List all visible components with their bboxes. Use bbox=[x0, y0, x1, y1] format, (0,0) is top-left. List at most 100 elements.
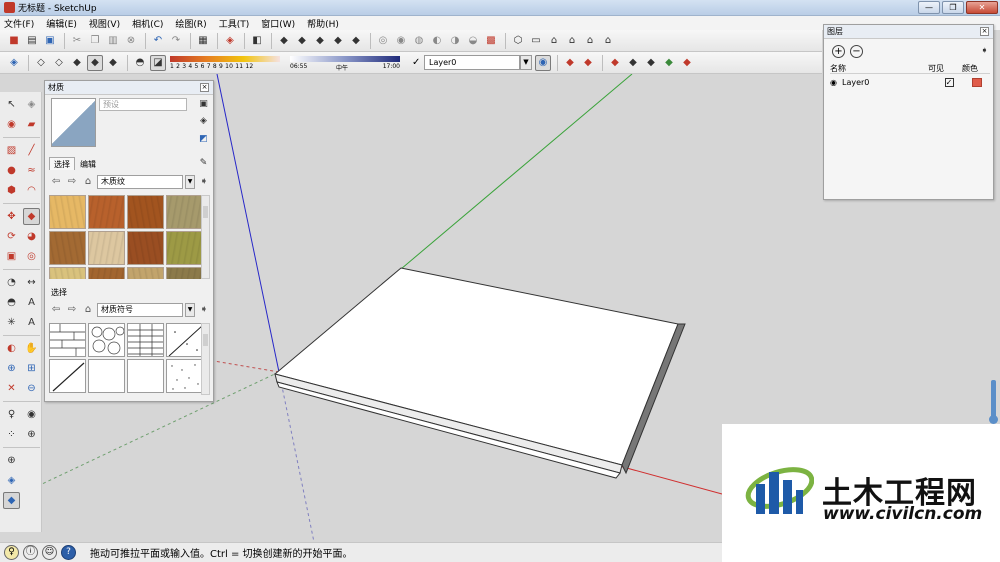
forward-arrow-icon[interactable]: ⇨ bbox=[65, 303, 79, 317]
circle-icon[interactable]: ● bbox=[3, 162, 20, 179]
orbit-icon[interactable]: ◐ bbox=[3, 340, 20, 357]
protractor-icon[interactable]: ◓ bbox=[3, 294, 20, 311]
right-view-icon[interactable]: ⌂ bbox=[564, 33, 580, 49]
active-layer-radio-icon[interactable]: ◉ bbox=[830, 78, 842, 87]
make-component-icon[interactable]: ◈ bbox=[23, 96, 40, 113]
menu-help[interactable]: 帮助(H) bbox=[307, 17, 339, 30]
print-icon[interactable]: ▦ bbox=[195, 33, 211, 49]
minimize-button[interactable]: — bbox=[918, 1, 940, 14]
sandbox-icon-7[interactable]: ▩ bbox=[483, 33, 499, 49]
section-plane-tool-icon[interactable]: ⊕ bbox=[23, 426, 40, 443]
zoom-extents-icon[interactable]: ✕ bbox=[3, 380, 20, 397]
undo-icon[interactable]: ↶ bbox=[150, 33, 166, 49]
section-icon-1[interactable]: ◆ bbox=[607, 55, 623, 71]
menu-edit[interactable]: 编辑(E) bbox=[46, 17, 77, 30]
lines-pattern-swatch[interactable] bbox=[127, 323, 164, 357]
sandbox-icon-4[interactable]: ◐ bbox=[429, 33, 445, 49]
display-secondary-icon[interactable]: ▣ bbox=[197, 98, 210, 111]
get-models-icon[interactable]: ⊕ bbox=[3, 452, 20, 469]
shadow-time-slider[interactable]: 06:55 中午 17:00 bbox=[290, 55, 400, 72]
chevron-down-icon[interactable]: ▼ bbox=[185, 302, 195, 317]
move-icon[interactable]: ✥ bbox=[3, 208, 20, 225]
sample-paint-icon[interactable]: ✎ bbox=[197, 157, 210, 170]
user-icon[interactable]: ☺ bbox=[42, 545, 57, 560]
tab-edit[interactable]: 编辑 bbox=[75, 157, 101, 170]
add-layer-icon[interactable]: + bbox=[832, 45, 845, 58]
redo-icon[interactable]: ↷ bbox=[168, 33, 184, 49]
select-arrow-icon[interactable]: ↖ bbox=[3, 96, 20, 113]
wood-swatch[interactable] bbox=[88, 195, 125, 229]
zoom-window-icon[interactable]: ⊞ bbox=[23, 360, 40, 377]
wood-swatch[interactable] bbox=[166, 267, 203, 279]
wood-swatch[interactable] bbox=[127, 267, 164, 279]
model-info-icon[interactable]: ◈ bbox=[222, 33, 238, 49]
top-view-icon[interactable]: ▭ bbox=[528, 33, 544, 49]
previous-view-icon[interactable]: ⊖ bbox=[23, 380, 40, 397]
paint-bucket-icon[interactable]: ◉ bbox=[3, 116, 20, 133]
polygon-icon[interactable]: ⬢ bbox=[3, 182, 20, 199]
sandbox-icon-2[interactable]: ◉ bbox=[393, 33, 409, 49]
eraser-icon[interactable]: ▰ bbox=[23, 116, 40, 133]
brick-pattern-swatch[interactable] bbox=[49, 323, 86, 357]
offset-icon[interactable]: ◎ bbox=[23, 248, 40, 265]
shaded-texture-icon[interactable]: ◆ bbox=[87, 54, 103, 71]
diagonal-pattern-swatch[interactable] bbox=[166, 323, 203, 357]
erase-icon[interactable]: ⊗ bbox=[123, 33, 139, 49]
sandbox-icon-6[interactable]: ◒ bbox=[465, 33, 481, 49]
push-pull-icon[interactable]: ◆ bbox=[23, 208, 40, 225]
visible-checkbox[interactable]: ✓ bbox=[944, 77, 954, 87]
tape-measure-icon[interactable]: ◔ bbox=[3, 274, 20, 291]
details-arrow-icon[interactable]: ➧ bbox=[978, 45, 991, 58]
menu-camera[interactable]: 相机(C) bbox=[132, 17, 163, 30]
rectangle-icon[interactable]: ▨ bbox=[3, 142, 20, 159]
close-button[interactable]: ✕ bbox=[966, 1, 998, 14]
component-icon-4[interactable]: ◆ bbox=[330, 33, 346, 49]
table-row[interactable]: ◉ Layer0 ✓ bbox=[830, 76, 990, 88]
component-icon-2[interactable]: ◆ bbox=[294, 33, 310, 49]
geo-location-icon[interactable]: ♀ bbox=[4, 545, 19, 560]
wood-swatch[interactable] bbox=[127, 231, 164, 265]
delete-layer-icon[interactable]: − bbox=[850, 45, 863, 58]
scrollbar-thumb[interactable] bbox=[203, 334, 208, 346]
home-icon[interactable]: ⌂ bbox=[81, 303, 95, 317]
default-material-icon[interactable]: ◩ bbox=[197, 133, 210, 146]
scale-icon[interactable]: ▣ bbox=[3, 248, 20, 265]
section-plane-icon[interactable]: ◧ bbox=[249, 33, 265, 49]
3d-text-icon[interactable]: A bbox=[23, 314, 40, 331]
menu-draw[interactable]: 绘图(R) bbox=[175, 17, 206, 30]
scrollbar-thumb[interactable] bbox=[203, 206, 208, 218]
menu-view[interactable]: 视图(V) bbox=[89, 17, 120, 30]
share-model-icon[interactable]: ◈ bbox=[3, 472, 20, 489]
new-file-icon[interactable]: ■ bbox=[6, 33, 22, 49]
slider-knob[interactable] bbox=[989, 415, 998, 424]
position-camera-icon[interactable]: ♀ bbox=[3, 406, 20, 423]
component-icon-5[interactable]: ◆ bbox=[348, 33, 364, 49]
component-icon-3[interactable]: ◆ bbox=[312, 33, 328, 49]
axes-icon[interactable]: ✳ bbox=[3, 314, 20, 331]
blank-pattern-swatch[interactable] bbox=[88, 359, 125, 393]
current-layer-select[interactable]: Layer0 bbox=[424, 55, 520, 70]
create-material-icon[interactable]: ◈ bbox=[197, 115, 210, 128]
layer-manager-icon[interactable]: ◉ bbox=[535, 54, 551, 71]
details-arrow-icon[interactable]: ➧ bbox=[197, 175, 211, 189]
chevron-down-icon[interactable]: ▼ bbox=[185, 174, 195, 189]
warehouse-icon[interactable]: ◆ bbox=[3, 492, 20, 509]
hidden-line-icon[interactable]: ◇ bbox=[51, 55, 67, 71]
help-icon[interactable]: ? bbox=[61, 545, 76, 560]
chevron-down-icon[interactable]: ▼ bbox=[520, 55, 532, 70]
menu-file[interactable]: 文件(F) bbox=[4, 17, 34, 30]
component-icon-1[interactable]: ◆ bbox=[276, 33, 292, 49]
wood-swatch[interactable] bbox=[88, 267, 125, 279]
rotate-icon[interactable]: ⟳ bbox=[3, 228, 20, 245]
style-icon-1[interactable]: ◆ bbox=[562, 55, 578, 71]
line-pencil-icon[interactable]: ╱ bbox=[23, 142, 40, 159]
shadow-date-slider[interactable]: 1 2 3 4 5 6 7 8 9 10 11 12 bbox=[170, 55, 280, 71]
arc-icon[interactable]: ◠ bbox=[23, 182, 40, 199]
layer-color-swatch[interactable] bbox=[972, 77, 982, 87]
iso-view-icon[interactable]: ⬡ bbox=[510, 33, 526, 49]
tab-select[interactable]: 选择 bbox=[49, 157, 75, 170]
text-label-icon[interactable]: A bbox=[23, 294, 40, 311]
back-arrow-icon[interactable]: ⇦ bbox=[49, 303, 63, 317]
maximize-button[interactable]: ❐ bbox=[942, 1, 964, 14]
wood-swatch[interactable] bbox=[166, 195, 203, 229]
